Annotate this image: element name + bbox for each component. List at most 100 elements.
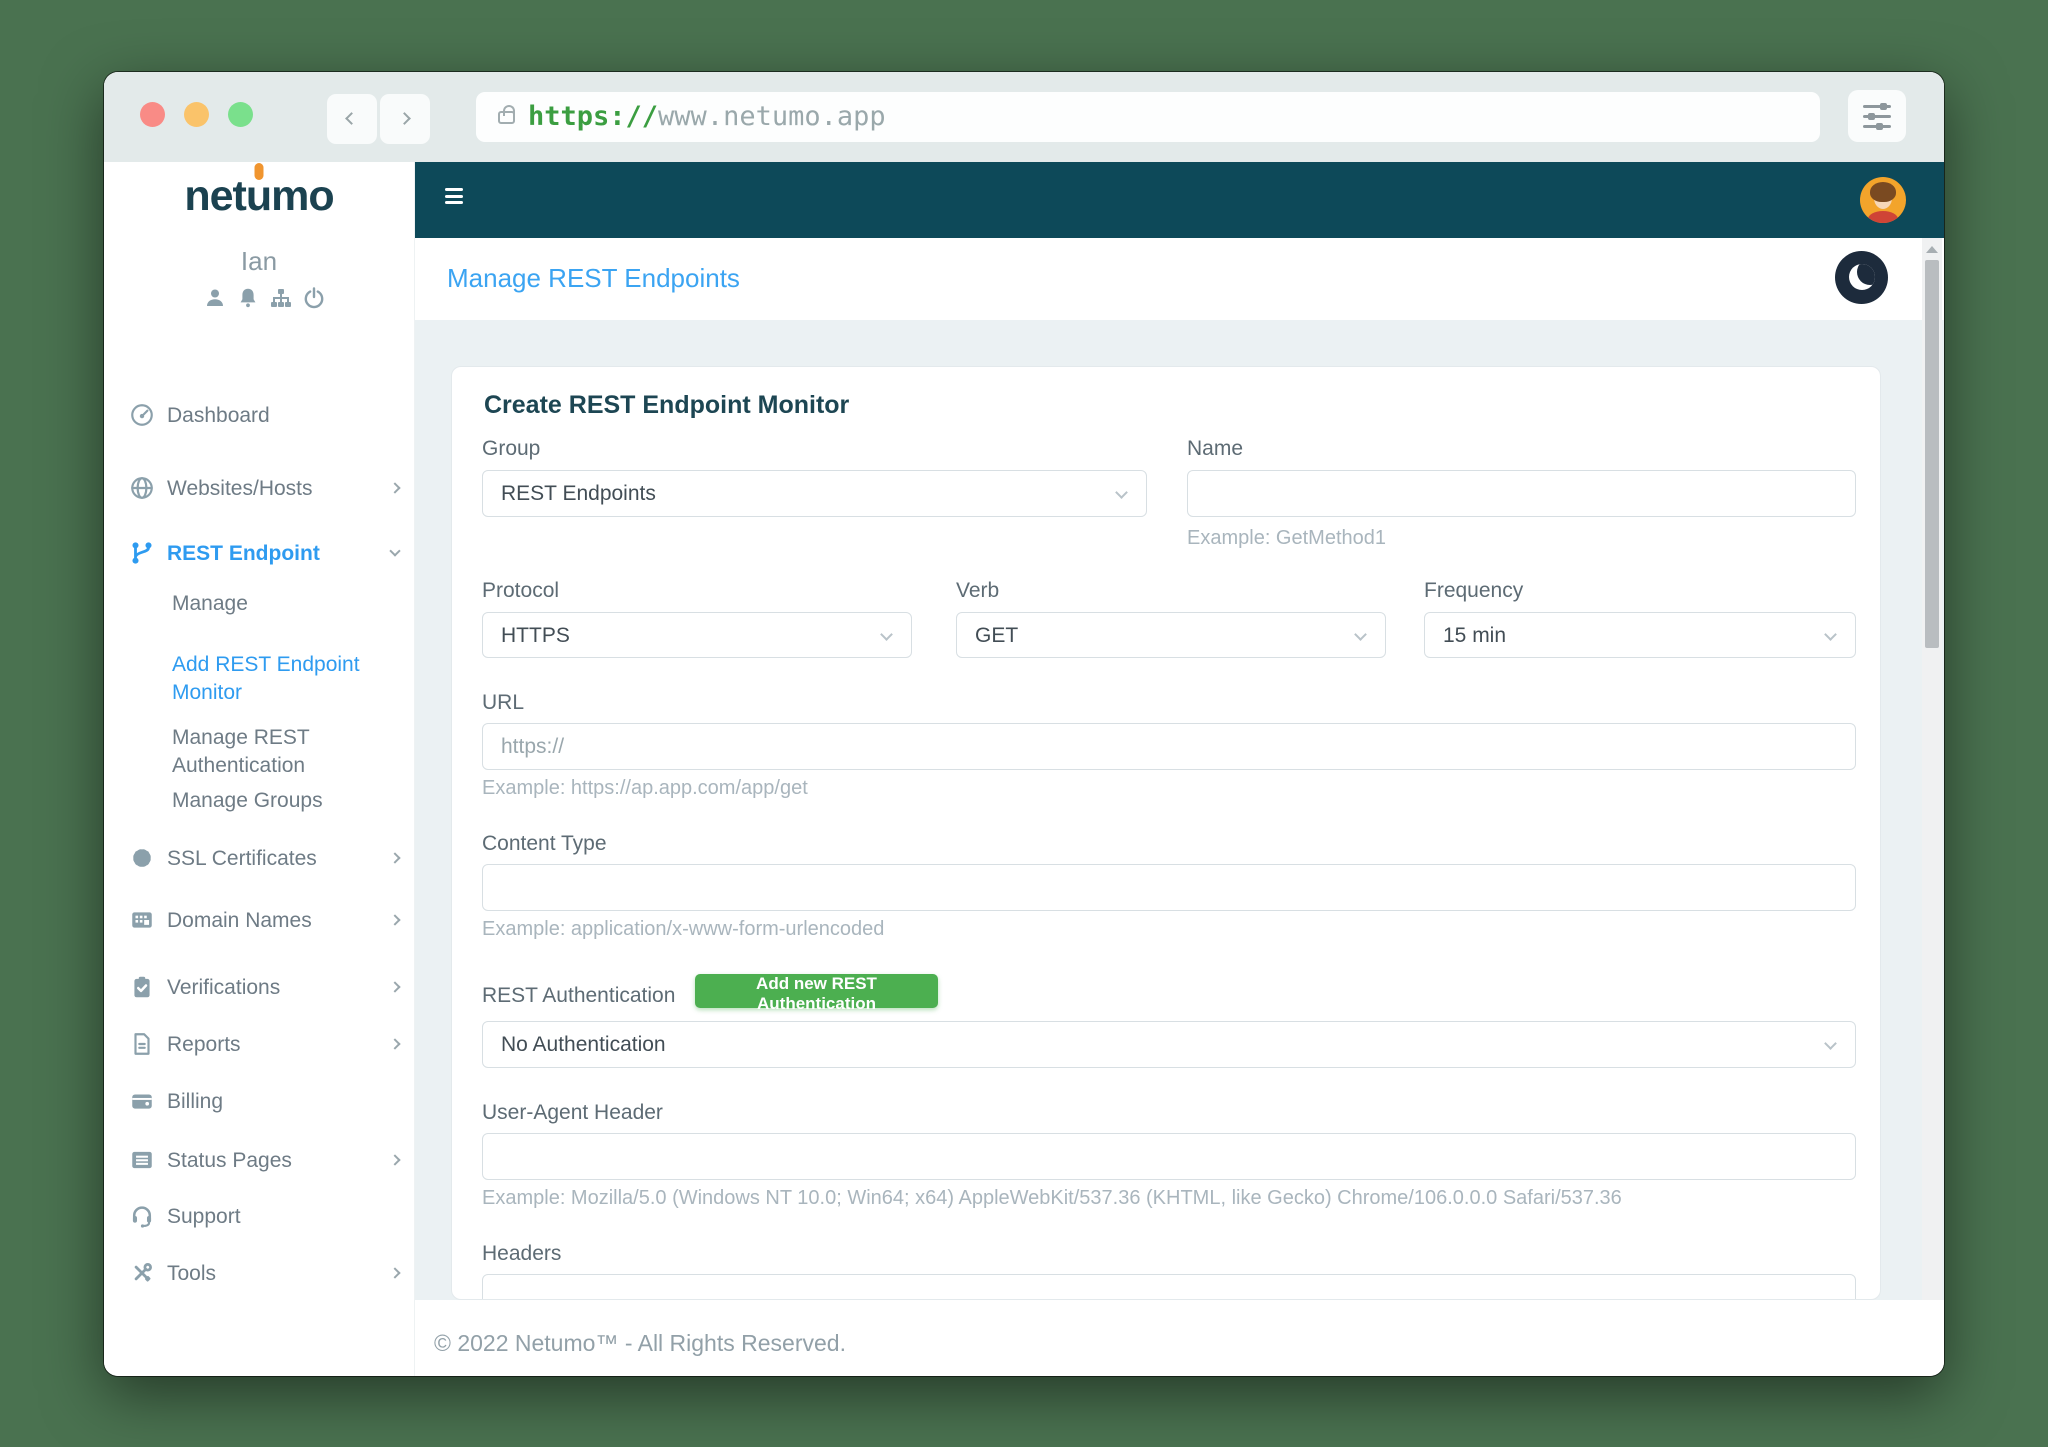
chevron-right-icon — [389, 981, 401, 993]
name-input[interactable] — [1187, 470, 1856, 517]
ssl-certificate-seal-icon — [129, 845, 155, 871]
select-chevron-icon — [1354, 628, 1367, 641]
browser-chrome: https://www.netumo.app — [104, 72, 1944, 162]
desktop-background: https://www.netumo.app netumo Ian Dashbo… — [0, 0, 2048, 1447]
headers-input[interactable] — [482, 1274, 1856, 1299]
notifications-bell-icon[interactable] — [236, 286, 260, 315]
create-rest-endpoint-card: Create REST Endpoint Monitor Group REST … — [451, 366, 1881, 1300]
close-window-button[interactable] — [140, 102, 165, 127]
moon-icon — [1849, 264, 1875, 290]
menu-hamburger-icon[interactable] — [445, 188, 463, 212]
dashboard-gauge-icon — [129, 402, 155, 428]
back-icon — [345, 112, 358, 125]
copyright-text: © 2022 Netumo™ - All Rights Reserved. — [434, 1330, 846, 1356]
verb-label: Verb — [956, 579, 1000, 602]
user-agent-label: User-Agent Header — [482, 1101, 663, 1124]
reports-document-icon — [129, 1031, 155, 1057]
user-agent-input[interactable] — [482, 1133, 1856, 1180]
scrollbar-up-arrow[interactable] — [1926, 246, 1938, 253]
sidebar-item-websites-hosts[interactable]: Websites/Hosts — [167, 475, 313, 502]
sidebar-item-verifications[interactable]: Verifications — [167, 974, 280, 1001]
globe-icon — [129, 475, 155, 501]
sidebar-subitem-manage[interactable]: Manage — [172, 590, 387, 618]
support-headset-icon — [129, 1203, 155, 1229]
select-chevron-icon — [1824, 1037, 1837, 1050]
group-select[interactable]: REST Endpoints — [482, 470, 1147, 517]
logout-power-icon[interactable] — [302, 286, 326, 315]
verb-select[interactable]: GET — [956, 612, 1386, 658]
user-name: Ian — [240, 246, 278, 276]
name-label: Name — [1187, 437, 1244, 460]
chevron-right-icon — [389, 1267, 401, 1279]
add-rest-authentication-button[interactable]: Add new REST Authentication — [695, 974, 938, 1013]
url-text: https://www.netumo.app — [528, 101, 886, 132]
sidebar-subitem-manage-groups[interactable]: Manage Groups — [172, 787, 387, 815]
rest-authentication-label: REST Authentication — [482, 984, 676, 1007]
chevron-down-icon — [389, 545, 401, 557]
frequency-label: Frequency — [1424, 579, 1524, 602]
sidebar-item-support[interactable]: Support — [167, 1203, 241, 1230]
browser-forward-button[interactable] — [380, 94, 430, 144]
page-title-bar: Manage REST Endpoints — [415, 238, 1944, 320]
sitemap-icon[interactable] — [269, 286, 293, 315]
logo-text-post: mo — [271, 172, 334, 220]
chevron-right-icon — [389, 914, 401, 926]
chevron-right-icon — [389, 1038, 401, 1050]
sidebar-subitem-add-rest-endpoint-monitor[interactable]: Add REST Endpoint Monitor — [172, 651, 387, 707]
verb-value: GET — [975, 624, 1019, 647]
select-chevron-icon — [1115, 486, 1128, 499]
rest-authentication-select[interactable]: No Authentication — [482, 1021, 1856, 1068]
billing-wallet-icon — [129, 1088, 155, 1114]
select-chevron-icon — [1824, 628, 1837, 641]
address-bar[interactable]: https://www.netumo.app — [476, 92, 1820, 142]
url-input[interactable] — [482, 723, 1856, 770]
verifications-clipboard-check-icon — [129, 974, 155, 1000]
tools-wrench-icon — [129, 1260, 155, 1286]
sidebar-subitem-manage-rest-authentication[interactable]: Manage REST Authentication — [172, 724, 387, 780]
frequency-select[interactable]: 15 min — [1424, 612, 1856, 658]
browser-settings-button[interactable] — [1848, 90, 1906, 142]
chevron-right-icon — [389, 852, 401, 864]
chevron-right-icon — [389, 1154, 401, 1166]
page-title[interactable]: Manage REST Endpoints — [447, 263, 740, 294]
sidebar-item-reports[interactable]: Reports — [167, 1031, 241, 1058]
sidebar: netumo Ian Dashboard Websites/Hosts REST… — [104, 162, 415, 1376]
sidebar-item-tools[interactable]: Tools — [167, 1260, 216, 1287]
frequency-value: 15 min — [1443, 624, 1507, 647]
domain-names-icon — [129, 907, 155, 933]
headers-label: Headers — [482, 1242, 562, 1265]
browser-back-button[interactable] — [327, 94, 377, 144]
sidebar-item-ssl-certificates[interactable]: SSL Certificates — [167, 845, 317, 872]
forward-icon — [398, 112, 411, 125]
main-content: Create REST Endpoint Monitor Group REST … — [415, 320, 1944, 1300]
sidebar-item-billing[interactable]: Billing — [167, 1088, 223, 1115]
chevron-right-icon — [389, 482, 401, 494]
protocol-select[interactable]: HTTPS — [482, 612, 912, 658]
vertical-scrollbar[interactable] — [1922, 238, 1942, 1300]
app-header — [415, 162, 1944, 238]
sidebar-item-status-pages[interactable]: Status Pages — [167, 1147, 292, 1174]
card-title: Create REST Endpoint Monitor — [484, 391, 850, 419]
avatar[interactable] — [1860, 177, 1906, 223]
content-type-helper: Example: application/x-www-form-urlencod… — [482, 918, 885, 940]
sidebar-item-rest-endpoint[interactable]: REST Endpoint — [167, 540, 320, 567]
scrollbar-thumb[interactable] — [1925, 260, 1939, 648]
content-type-label: Content Type — [482, 832, 607, 855]
footer: © 2022 Netumo™ - All Rights Reserved. — [415, 1300, 1944, 1376]
content-type-input[interactable] — [482, 864, 1856, 911]
rest-authentication-value: No Authentication — [501, 1033, 666, 1056]
browser-window: https://www.netumo.app netumo Ian Dashbo… — [104, 72, 1944, 1376]
rest-endpoint-branch-icon — [129, 540, 155, 566]
dark-mode-toggle[interactable] — [1835, 251, 1888, 304]
minimize-window-button[interactable] — [184, 102, 209, 127]
profile-icon[interactable] — [203, 286, 227, 315]
lock-icon — [498, 105, 515, 124]
user-quick-actions — [203, 286, 326, 315]
maximize-window-button[interactable] — [228, 102, 253, 127]
name-helper: Example: GetMethod1 — [1187, 527, 1386, 549]
sidebar-item-dashboard[interactable]: Dashboard — [167, 402, 270, 429]
sidebar-item-domain-names[interactable]: Domain Names — [167, 907, 312, 934]
select-chevron-icon — [880, 628, 893, 641]
url-domain: www.netumo.app — [658, 101, 886, 132]
netumo-logo[interactable]: netumo — [104, 172, 414, 221]
